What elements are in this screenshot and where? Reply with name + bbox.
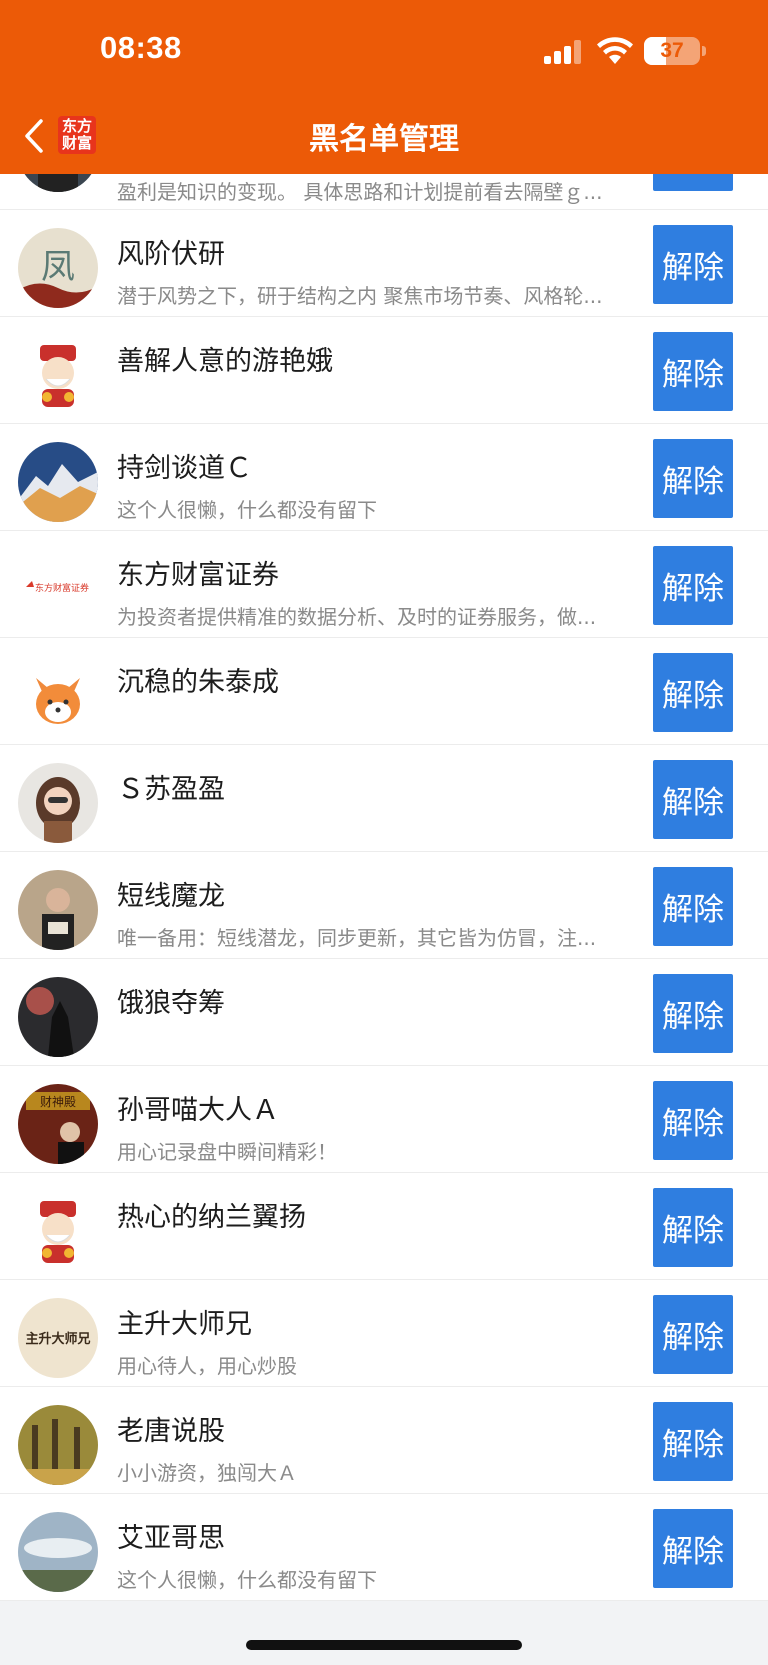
avatar: [18, 977, 98, 1057]
user-bio: 唯一备用：短线潜龙，同步更新，其它皆为仿冒，注...: [117, 926, 597, 950]
unblock-button[interactable]: 解除: [653, 1509, 733, 1588]
home-indicator[interactable]: [246, 1640, 522, 1650]
avatar: [18, 1191, 98, 1271]
user-name: 孙哥喵大人Ａ: [117, 1095, 279, 1126]
user-name: 老唐说股: [117, 1416, 225, 1447]
wifi-icon: [597, 37, 633, 64]
avatar: [18, 174, 98, 192]
avatar: 东方财富证券: [18, 549, 98, 629]
list-item: 热心的纳兰翼扬 解除: [0, 1173, 768, 1280]
user-name: 短线魔龙: [117, 881, 225, 912]
svg-text:凤: 凤: [41, 247, 75, 287]
battery-level: 37: [660, 39, 684, 62]
page-title: 黑名单管理: [309, 122, 459, 157]
user-bio: 用心记录盘中瞬间精彩！: [117, 1140, 337, 1164]
avatar: [18, 1405, 98, 1485]
cellular-signal-icon: [544, 40, 584, 64]
list-item: 东方财富证券 东方财富证券 为投资者提供精准的数据分析、及时的证券服务，做...…: [0, 531, 768, 638]
list-item: 老唐说股 小小游资，独闯大Ａ 解除: [0, 1387, 768, 1494]
avatar: [18, 1512, 98, 1592]
list-item: 善解人意的游艳娥 解除: [0, 317, 768, 424]
user-bio: 这个人很懒，什么都没有留下: [117, 498, 377, 522]
unblock-button[interactable]: 解除: [653, 1188, 733, 1267]
user-bio: 盈利是知识的变现。 具体思路和计划提前看去隔壁ｇ...: [117, 180, 603, 204]
unblock-button[interactable]: 解除: [653, 1402, 733, 1481]
battery-tip: [702, 46, 706, 56]
unblock-button[interactable]: 解除: [653, 867, 733, 946]
avatar: [18, 656, 98, 736]
status-time: 08:38: [100, 30, 182, 65]
user-name: 饿狼夺筹: [117, 988, 225, 1019]
user-name: 热心的纳兰翼扬: [117, 1202, 306, 1233]
unblock-button[interactable]: 解除: [653, 1295, 733, 1374]
avatar: 财神殿: [18, 1084, 98, 1164]
unblock-button[interactable]: 解除: [653, 174, 733, 191]
user-name: 善解人意的游艳娥: [117, 346, 333, 377]
battery-icon: 37: [644, 37, 700, 65]
list-item: 凤 风阶伏研 潜于风势之下，研于结构之内 聚焦市场节奏、风格轮... 解除: [0, 210, 768, 317]
avatar: [18, 335, 98, 415]
user-name: Ｓ苏盈盈: [117, 774, 225, 805]
user-bio: 小小游资，独闯大Ａ: [117, 1461, 297, 1485]
unblock-button[interactable]: 解除: [653, 760, 733, 839]
list-item: 艾亚哥思 这个人很懒，什么都没有留下 解除: [0, 1494, 768, 1601]
list-item: 财神殿 孙哥喵大人Ａ 用心记录盘中瞬间精彩！ 解除: [0, 1066, 768, 1173]
list-item: 盈利是知识的变现。 具体思路和计划提前看去隔壁ｇ... 解除: [0, 174, 768, 210]
blacklist: 盈利是知识的变现。 具体思路和计划提前看去隔壁ｇ... 解除 凤 风阶伏研 潜于…: [0, 174, 768, 1601]
unblock-button[interactable]: 解除: [653, 225, 733, 304]
unblock-button[interactable]: 解除: [653, 439, 733, 518]
user-bio: 这个人很懒，什么都没有留下: [117, 1568, 377, 1592]
user-name: 风阶伏研: [117, 239, 225, 270]
avatar: [18, 442, 98, 522]
list-item: 短线魔龙 唯一备用：短线潜龙，同步更新，其它皆为仿冒，注... 解除: [0, 852, 768, 959]
list-item: 饿狼夺筹 解除: [0, 959, 768, 1066]
unblock-button[interactable]: 解除: [653, 546, 733, 625]
user-name: 东方财富证券: [117, 560, 279, 591]
svg-text:主升大师兄: 主升大师兄: [25, 1331, 90, 1347]
list-item: Ｓ苏盈盈 解除: [0, 745, 768, 852]
list-item: 主升大师兄 主升大师兄 用心待人，用心炒股 解除: [0, 1280, 768, 1387]
avatar: [18, 870, 98, 950]
list-item: 持剑谈道Ｃ 这个人很懒，什么都没有留下 解除: [0, 424, 768, 531]
unblock-button[interactable]: 解除: [653, 653, 733, 732]
unblock-button[interactable]: 解除: [653, 332, 733, 411]
unblock-button[interactable]: 解除: [653, 1081, 733, 1160]
app-header: 08:38 37 东方 财富 黑名单管理: [0, 0, 768, 174]
avatar: [18, 763, 98, 843]
avatar: 主升大师兄: [18, 1298, 98, 1378]
list-item: 沉稳的朱泰成 解除: [0, 638, 768, 745]
unblock-button[interactable]: 解除: [653, 974, 733, 1053]
user-name: 主升大师兄: [117, 1309, 252, 1340]
svg-text:东方财富证券: 东方财富证券: [35, 582, 89, 594]
user-bio: 用心待人，用心炒股: [117, 1354, 297, 1378]
svg-text:财神殿: 财神殿: [40, 1095, 76, 1109]
user-name: 持剑谈道Ｃ: [117, 453, 252, 484]
user-bio: 潜于风势之下，研于结构之内 聚焦市场节奏、风格轮...: [117, 284, 603, 308]
user-name: 沉稳的朱泰成: [117, 667, 279, 698]
avatar: 凤: [18, 228, 98, 308]
user-name: 艾亚哥思: [117, 1523, 225, 1554]
user-bio: 为投资者提供精准的数据分析、及时的证券服务，做...: [117, 605, 597, 629]
